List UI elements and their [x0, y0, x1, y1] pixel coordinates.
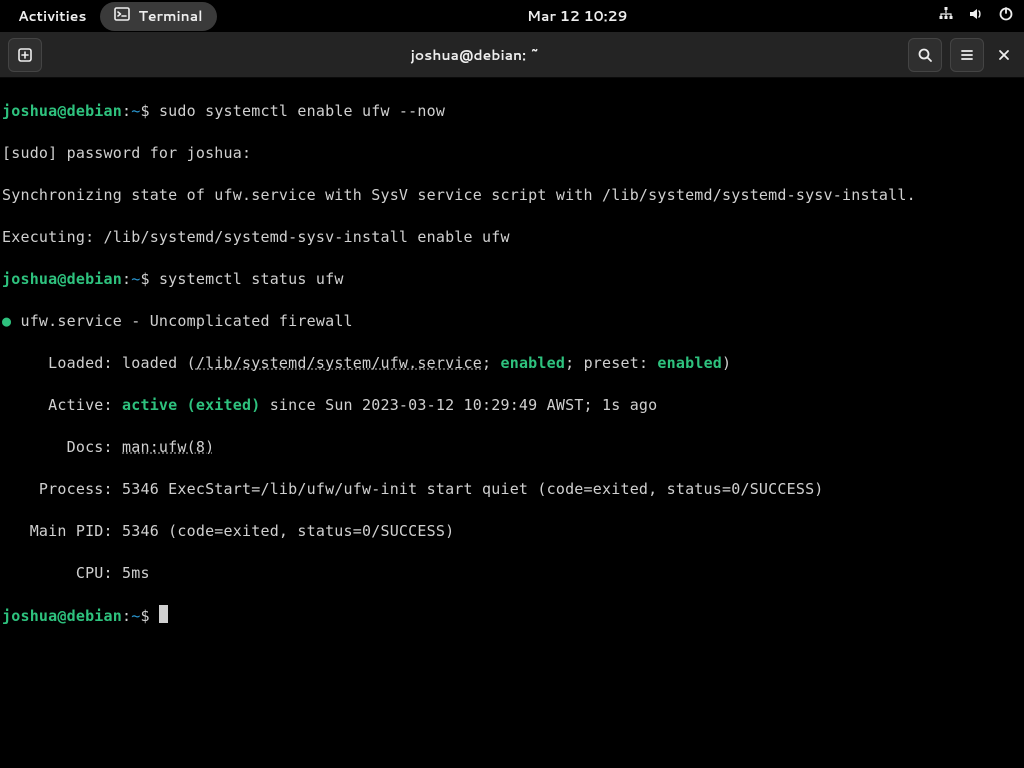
terminal-line: joshua@debian:~$ — [2, 605, 1022, 627]
terminal-line: Executing: /lib/systemd/systemd-sysv-ins… — [2, 227, 1022, 248]
clock[interactable]: Mar 12 10:29 — [527, 6, 628, 26]
terminal-headerbar: joshua@debian: ~ — [0, 32, 1024, 78]
shell-command: systemctl status ufw — [159, 270, 344, 288]
terminal-line: CPU: 5ms — [2, 563, 1022, 584]
terminal-viewport[interactable]: joshua@debian:~$ sudo systemctl enable u… — [0, 78, 1024, 650]
search-button[interactable] — [908, 38, 942, 72]
new-tab-button[interactable] — [8, 38, 42, 72]
loaded-label: Loaded: loaded ( — [2, 354, 196, 372]
active-since: since Sun 2023-03-12 10:29:49 AWST; 1s a… — [260, 396, 657, 414]
status-bullet-icon: ● — [2, 312, 20, 330]
active-label: Active: — [2, 396, 122, 414]
service-name: ufw.service - Uncomplicated firewall — [20, 312, 352, 330]
terminal-line: Docs: man:ufw(8) — [2, 437, 1022, 458]
service-file-link[interactable]: /lib/systemd/system/ufw.service — [196, 354, 482, 372]
prompt-user-host: joshua@debian — [2, 270, 122, 288]
prompt-colon: : — [122, 607, 131, 625]
enabled-state: enabled — [500, 354, 565, 372]
active-state: active (exited) — [122, 396, 260, 414]
terminal-line: Main PID: 5346 (code=exited, status=0/SU… — [2, 521, 1022, 542]
power-icon[interactable] — [998, 6, 1014, 27]
terminal-line: Loaded: loaded (/lib/systemd/system/ufw.… — [2, 353, 1022, 374]
terminal-icon — [114, 6, 130, 27]
terminal-line: [sudo] password for joshua: — [2, 143, 1022, 164]
prompt-user-host: joshua@debian — [2, 607, 122, 625]
terminal-line: Synchronizing state of ufw.service with … — [2, 185, 1022, 206]
active-app-pill[interactable]: Terminal — [100, 2, 216, 31]
activities-button[interactable]: Activities — [10, 2, 94, 30]
man-page-link[interactable]: man:ufw(8) — [122, 438, 214, 456]
terminal-line: ● ufw.service - Uncomplicated firewall — [2, 311, 1022, 332]
terminal-line: Active: active (exited) since Sun 2023-0… — [2, 395, 1022, 416]
window-title: joshua@debian: ~ — [411, 45, 540, 65]
prompt-dollar: $ — [140, 102, 158, 120]
topbar-left: Activities Terminal — [10, 2, 217, 31]
cursor — [159, 605, 168, 623]
volume-icon[interactable] — [968, 6, 984, 27]
terminal-line: joshua@debian:~$ systemctl status ufw — [2, 269, 1022, 290]
preset-state: enabled — [657, 354, 722, 372]
prompt-user-host: joshua@debian — [2, 102, 122, 120]
prompt-colon: : — [122, 270, 131, 288]
hamburger-menu-button[interactable] — [950, 38, 984, 72]
prompt-colon: : — [122, 102, 131, 120]
docs-label: Docs: — [2, 438, 122, 456]
terminal-line: Process: 5346 ExecStart=/lib/ufw/ufw-ini… — [2, 479, 1022, 500]
network-icon[interactable] — [938, 6, 954, 27]
headerbar-right — [908, 38, 1016, 72]
prompt-dollar: $ — [140, 607, 158, 625]
topbar-right — [938, 6, 1014, 27]
active-app-label: Terminal — [138, 6, 202, 26]
prompt-dollar: $ — [140, 270, 158, 288]
terminal-line: joshua@debian:~$ sudo systemctl enable u… — [2, 101, 1022, 122]
gnome-topbar: Activities Terminal Mar 12 10:29 — [0, 0, 1024, 32]
close-button[interactable] — [992, 43, 1016, 67]
shell-command: sudo systemctl enable ufw --now — [159, 102, 445, 120]
